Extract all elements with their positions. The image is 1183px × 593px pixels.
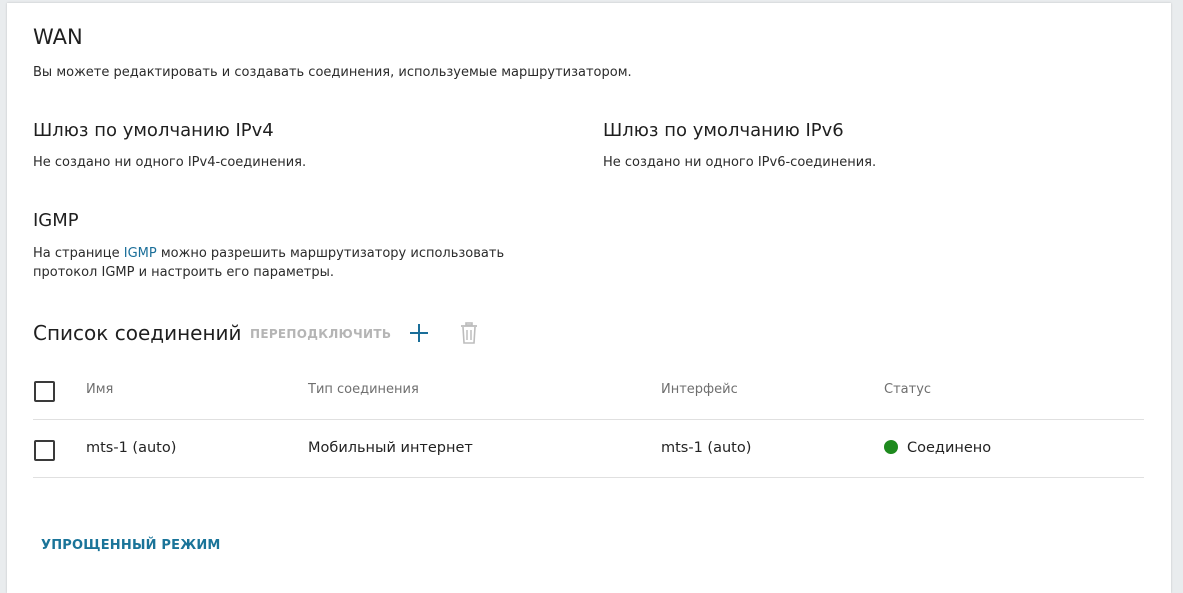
- gateway-ipv6-text: Не создано ни одного IPv6-соединения.: [603, 155, 877, 170]
- wan-card: WAN Вы можете редактировать и создавать …: [7, 3, 1171, 593]
- page-description: Вы можете редактировать и создавать соед…: [33, 65, 632, 80]
- plus-icon: [410, 324, 428, 342]
- igmp-text-before: На странице: [33, 246, 124, 261]
- simple-mode-button[interactable]: УПРОЩЕННЫЙ РЕЖИМ: [41, 538, 221, 553]
- column-header-status[interactable]: Статус: [884, 382, 931, 397]
- page-title: WAN: [33, 25, 83, 49]
- row-status-text: Соединено: [907, 440, 992, 456]
- row-status: Соединено: [884, 440, 991, 456]
- table-row-divider: [33, 477, 1144, 478]
- row-checkbox[interactable]: [34, 440, 55, 461]
- igmp-text: На странице IGMP можно разрешить маршрут…: [33, 244, 593, 282]
- select-all-checkbox[interactable]: [34, 381, 55, 402]
- delete-connection-button[interactable]: [456, 320, 482, 346]
- row-name: mts-1 (auto): [86, 440, 177, 456]
- column-header-name[interactable]: Имя: [86, 382, 113, 397]
- table-row[interactable]: mts-1 (auto) Мобильный интернет mts-1 (a…: [33, 420, 1144, 477]
- reconnect-button[interactable]: ПЕРЕПОДКЛЮЧИТЬ: [250, 327, 391, 341]
- trash-icon: [461, 322, 477, 344]
- igmp-text-after: можно разрешить маршрутизатору использов…: [156, 246, 505, 261]
- column-header-interface[interactable]: Интерфейс: [661, 382, 738, 397]
- add-connection-button[interactable]: [406, 320, 432, 346]
- igmp-title: IGMP: [33, 210, 79, 231]
- gateway-ipv4-title: Шлюз по умолчанию IPv4: [33, 120, 274, 141]
- igmp-text-line2: протокол IGMP и настроить его параметры.: [33, 265, 334, 280]
- row-type: Мобильный интернет: [308, 440, 473, 456]
- status-connected-icon: [884, 440, 898, 454]
- igmp-link[interactable]: IGMP: [124, 246, 157, 261]
- connections-title: Список соединений: [33, 321, 242, 345]
- column-header-type[interactable]: Тип соединения: [308, 382, 419, 397]
- row-interface: mts-1 (auto): [661, 440, 752, 456]
- gateway-ipv6-title: Шлюз по умолчанию IPv6: [603, 120, 844, 141]
- gateway-ipv4-text: Не создано ни одного IPv4-соединения.: [33, 155, 307, 170]
